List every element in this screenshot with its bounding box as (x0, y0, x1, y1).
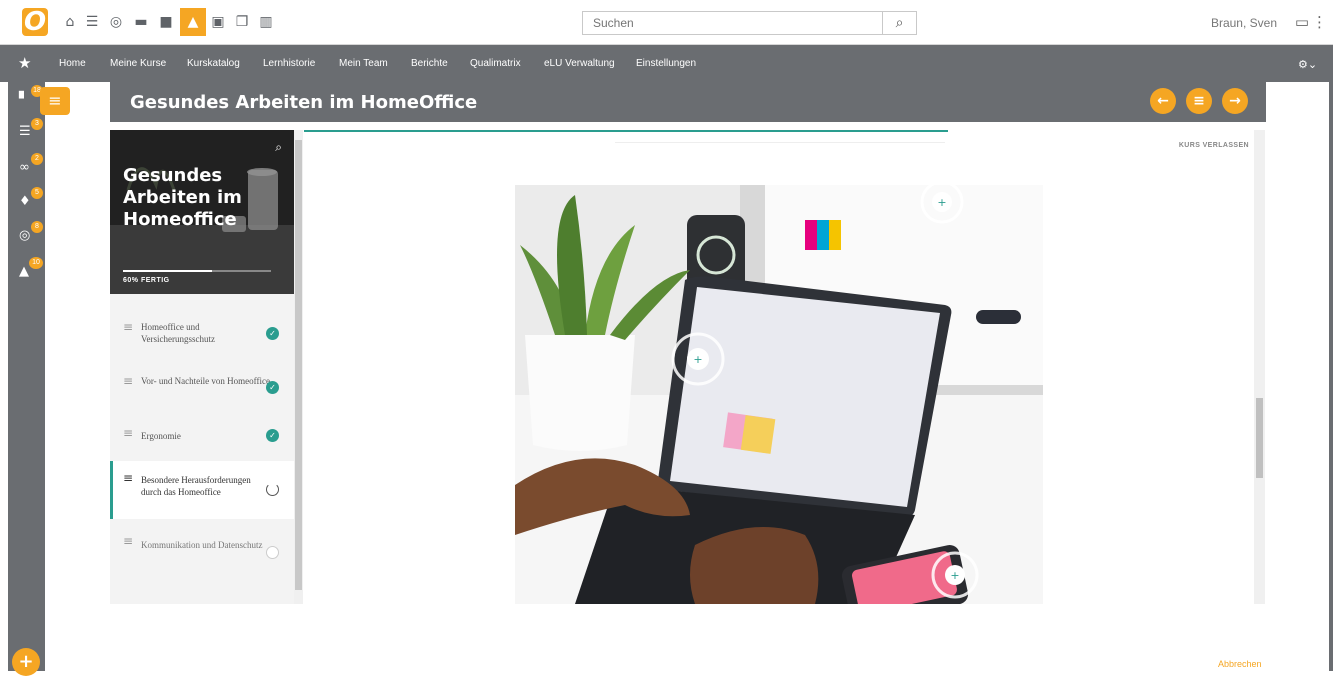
check-icon: ✓ (266, 381, 279, 394)
app-logo[interactable]: O (22, 8, 48, 36)
lesson-item[interactable]: ≡ Homeoffice und Versicherungsschutz ✓ (110, 308, 294, 364)
count-badge: 3 (31, 118, 43, 130)
search-input[interactable] (583, 12, 883, 34)
lesson-title: Homeoffice und Versicherungsschutz (141, 322, 215, 344)
count-badge: 5 (31, 187, 43, 199)
lines-icon: ≡ (123, 534, 134, 548)
add-button[interactable]: + (12, 648, 40, 676)
menu-icon[interactable]: ▬ (131, 12, 151, 32)
copy-icon[interactable]: ❐ (232, 12, 252, 32)
course-title: Gesundes Arbeiten im HomeOffice (130, 92, 478, 113)
progress-line (304, 130, 948, 132)
count-badge: 8 (31, 221, 43, 233)
homeoffice-photo: + + + (515, 185, 1043, 604)
cancel-link[interactable]: Abbrechen (1218, 659, 1262, 669)
thumbs-icon[interactable]: ♦ (19, 194, 31, 209)
org-chart-icon[interactable]: ▣ (208, 12, 228, 32)
more-vertical-icon[interactable]: ⋮ (1312, 13, 1327, 31)
right-border (1329, 82, 1333, 671)
nav-kurskatalog[interactable]: Kurskatalog (187, 58, 240, 69)
search-icon[interactable]: ⌕ (275, 140, 282, 155)
lesson-image: + + + (515, 185, 1043, 604)
list-icon[interactable]: ≡ (1186, 88, 1212, 114)
nav-home[interactable]: Home (59, 58, 86, 69)
content-scrollbar-thumb[interactable] (1256, 398, 1263, 478)
lines-icon: ≡ (123, 374, 134, 388)
progress-bar (123, 270, 271, 272)
nav-berichte[interactable]: Berichte (411, 58, 448, 69)
lines-icon: ≡ (123, 471, 134, 485)
count-badge: 2 (31, 153, 43, 165)
top-bar: O ⌂ ☰ ◎ ▬ ■ ▲ ▣ ❐ ▥ ⌕ Braun, Sven ▭ ⋮ (0, 0, 1333, 45)
content-scrollbar[interactable] (1254, 130, 1265, 604)
search-box: ⌕ (582, 11, 917, 35)
list-icon[interactable]: ☰ (82, 12, 102, 32)
checklist-icon[interactable]: ☰ (19, 124, 31, 139)
outline-scrollbar[interactable] (294, 130, 303, 604)
lesson-item[interactable]: ≡ Kommunikation und Datenschutz (110, 528, 294, 584)
svg-text:+: + (693, 353, 702, 366)
document-icon[interactable]: ▘ (19, 92, 29, 107)
hero-title: Gesundes Arbeiten im Homeoffice (123, 165, 242, 230)
nav-qualimatrix[interactable]: Qualimatrix (470, 58, 521, 69)
progress-label: 60% FERTIG (123, 277, 170, 284)
nav-lernhistorie[interactable]: Lernhistorie (263, 58, 315, 69)
monitor-icon[interactable]: ▭ (1295, 13, 1309, 31)
target-icon[interactable]: ◎ (19, 228, 30, 243)
lesson-content: KURS VERLASSEN + + + (303, 130, 1253, 604)
check-icon: ✓ (266, 327, 279, 340)
course-header: Gesundes Arbeiten im HomeOffice ← ≡ → (110, 82, 1266, 122)
nav-elu-verwaltung[interactable]: eLU Verwaltung (544, 58, 615, 69)
lesson-title: Ergonomie (141, 431, 181, 441)
in-progress-icon (266, 483, 279, 496)
home-icon[interactable]: ⌂ (60, 12, 80, 32)
count-badge: 10 (29, 257, 43, 269)
leave-course-button[interactable]: KURS VERLASSEN (1179, 142, 1249, 149)
bar-chart-icon[interactable]: ▥ (256, 12, 276, 32)
check-icon: ✓ (266, 429, 279, 442)
lines-icon: ≡ (123, 426, 134, 440)
star-icon[interactable]: ★ (18, 54, 31, 72)
progress-fill (123, 270, 212, 272)
divider (615, 142, 945, 143)
search-icon[interactable]: ⌕ (882, 12, 916, 34)
glasses-icon[interactable]: ∞ (19, 160, 30, 175)
outline-scrollbar-thumb[interactable] (295, 140, 302, 590)
toc-toggle-button[interactable]: ≡ (40, 87, 70, 115)
user-name[interactable]: Braun, Sven (1211, 16, 1277, 30)
lines-icon: ≡ (123, 320, 134, 334)
nav-mein-team[interactable]: Mein Team (339, 58, 388, 69)
main-navigation: ★ Home Meine Kurse Kurskatalog Lernhisto… (0, 45, 1333, 82)
nav-meine-kurse[interactable]: Meine Kurse (110, 58, 166, 69)
graduation-cap-icon[interactable]: ▲ (180, 8, 206, 36)
lesson-item[interactable]: ≡ Ergonomie ✓ (110, 408, 294, 464)
lesson-title: Kommunikation und Datenschutz (141, 540, 263, 550)
course-outline: ⌕ Gesundes Arbeiten im Homeoffice 60% FE… (110, 130, 294, 604)
course-hero: ⌕ Gesundes Arbeiten im Homeoffice 60% FE… (110, 130, 294, 294)
target-icon[interactable]: ◎ (106, 12, 126, 32)
open-status-icon (266, 546, 279, 559)
left-rail: ▘ 18 ☰ 3 ∞ 2 ♦ 5 ◎ 8 ▲ 10 (8, 82, 45, 671)
document-icon[interactable]: ■ (156, 12, 176, 32)
lesson-title: Besondere Herausforderungen durch das Ho… (141, 475, 251, 497)
nav-einstellungen[interactable]: Einstellungen (636, 58, 696, 69)
arrow-right-icon[interactable]: → (1222, 88, 1248, 114)
arrow-left-icon[interactable]: ← (1150, 88, 1176, 114)
lesson-item-active[interactable]: ≡ Besondere Herausforderungen durch das … (110, 461, 294, 519)
settings-gear-icon[interactable]: ⚙⌄ (1298, 58, 1317, 71)
graduation-cap-icon[interactable]: ▲ (19, 264, 29, 279)
lesson-title: Vor- und Nachteile von Homeoffice (141, 376, 270, 386)
svg-text:+: + (950, 569, 959, 582)
svg-text:+: + (937, 196, 946, 209)
